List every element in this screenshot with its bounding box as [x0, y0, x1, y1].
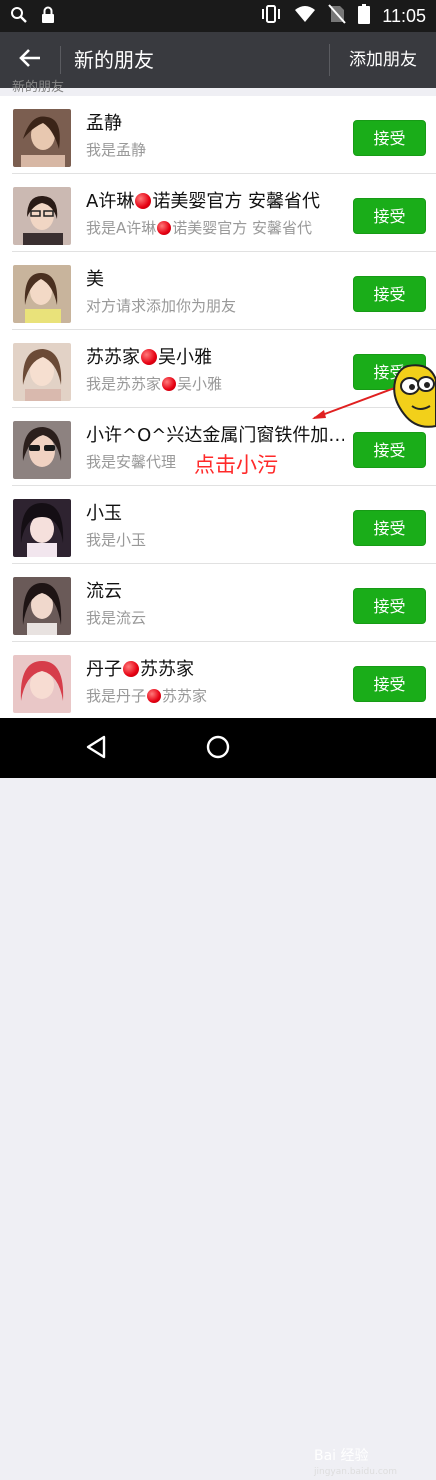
red-dot-emoji-icon	[162, 377, 177, 391]
red-dot-emoji-icon	[147, 689, 162, 703]
name-part: 吴小雅	[158, 347, 212, 368]
message-part: 诺美婴官方 安馨省代	[172, 219, 313, 237]
request-message: 对方请求添加你为朋友	[86, 297, 237, 315]
request-message: 我是A许琳 诺美婴官方 安馨省代	[86, 218, 344, 238]
request-message: 我是孟静	[86, 141, 147, 159]
divider	[329, 44, 330, 76]
list-item[interactable]: 孟静 我是孟静 接受	[0, 96, 436, 174]
watermark-subtext: jingyan.baidu.com	[314, 1467, 398, 1477]
watermark-text: Bai 经验	[314, 1448, 369, 1464]
back-button[interactable]	[16, 44, 44, 76]
status-time: 11:05	[382, 6, 426, 26]
name-part: 丹子	[86, 659, 122, 680]
page-title: 新的朋友	[74, 48, 154, 72]
name-part: 苏苏家	[86, 347, 140, 368]
request-message: 我是流云	[86, 609, 147, 627]
avatar[interactable]	[13, 499, 71, 557]
add-friend-button[interactable]: 添加朋友	[338, 48, 428, 72]
message-part: 我是A许琳	[86, 219, 157, 237]
request-name: 小玉	[86, 503, 122, 524]
name-part: A许琳	[86, 191, 135, 212]
list-item[interactable]: 小玉 我是小玉 接受	[0, 486, 436, 564]
accept-button[interactable]: 接受	[353, 198, 426, 234]
arrow-left-icon	[18, 47, 42, 73]
request-message: 我是小玉	[86, 531, 147, 549]
red-dot-emoji-icon	[123, 661, 139, 677]
accept-button[interactable]: 接受	[353, 588, 426, 624]
mascot-icon	[393, 364, 436, 428]
accept-button[interactable]: 接受	[353, 510, 426, 546]
name-part: 苏苏家	[140, 659, 194, 680]
message-part: 苏苏家	[162, 687, 208, 705]
list-item[interactable]: 丹子 苏苏家 我是丹子 苏苏家 接受	[0, 642, 436, 718]
avatar[interactable]	[13, 265, 71, 323]
request-name: 孟静	[86, 113, 122, 134]
message-part: 我是苏苏家	[86, 375, 162, 393]
section-header: 新的朋友	[12, 80, 65, 95]
home-circle-icon[interactable]	[205, 734, 231, 764]
status-bar: 11:05	[0, 0, 436, 32]
message-part: 吴小雅	[177, 375, 223, 393]
annotation-text: 点击小污	[194, 453, 278, 477]
wifi-icon	[294, 5, 316, 27]
avatar[interactable]	[13, 343, 71, 401]
avatar[interactable]	[13, 187, 71, 245]
divider	[60, 46, 61, 74]
avatar[interactable]	[13, 655, 71, 713]
vibrate-icon	[260, 4, 282, 28]
list-item[interactable]: 流云 我是流云 接受	[0, 564, 436, 642]
list-item[interactable]: 美 对方请求添加你为朋友 接受	[0, 252, 436, 330]
red-dot-emoji-icon	[157, 221, 172, 235]
accept-button[interactable]: 接受	[353, 432, 426, 468]
name-part: 诺美婴官方 安馨省代	[152, 191, 321, 212]
search-icon	[10, 6, 28, 28]
request-name: 流云	[86, 581, 122, 602]
message-part: 我是丹子	[86, 687, 147, 705]
navigation-bar: Bai 经验 jingyan.baidu.com	[0, 718, 436, 1477]
app-bar: 新的朋友 添加朋友	[0, 32, 436, 88]
request-name: 丹子 苏苏家	[86, 658, 344, 682]
accept-button[interactable]: 接受	[353, 120, 426, 156]
lock-icon	[40, 6, 56, 28]
accept-button[interactable]: 接受	[353, 276, 426, 312]
watermark: Bai 经验 jingyan.baidu.com	[314, 1448, 397, 1480]
request-name: A许琳 诺美婴官方 安馨省代	[86, 190, 344, 214]
back-triangle-icon[interactable]	[84, 734, 108, 764]
list-item[interactable]: A许琳 诺美婴官方 安馨省代 我是A许琳 诺美婴官方 安馨省代 接受	[0, 174, 436, 252]
avatar[interactable]	[13, 109, 71, 167]
request-message: 我是丹子 苏苏家	[86, 686, 344, 706]
battery-icon	[358, 4, 371, 28]
avatar[interactable]	[13, 421, 71, 479]
red-dot-emoji-icon	[141, 349, 157, 365]
avatar[interactable]	[13, 577, 71, 635]
accept-button[interactable]: 接受	[353, 666, 426, 702]
request-name: 美	[86, 269, 104, 290]
request-name: 苏苏家 吴小雅	[86, 346, 344, 370]
red-dot-emoji-icon	[135, 193, 152, 209]
no-sim-icon	[328, 4, 347, 28]
